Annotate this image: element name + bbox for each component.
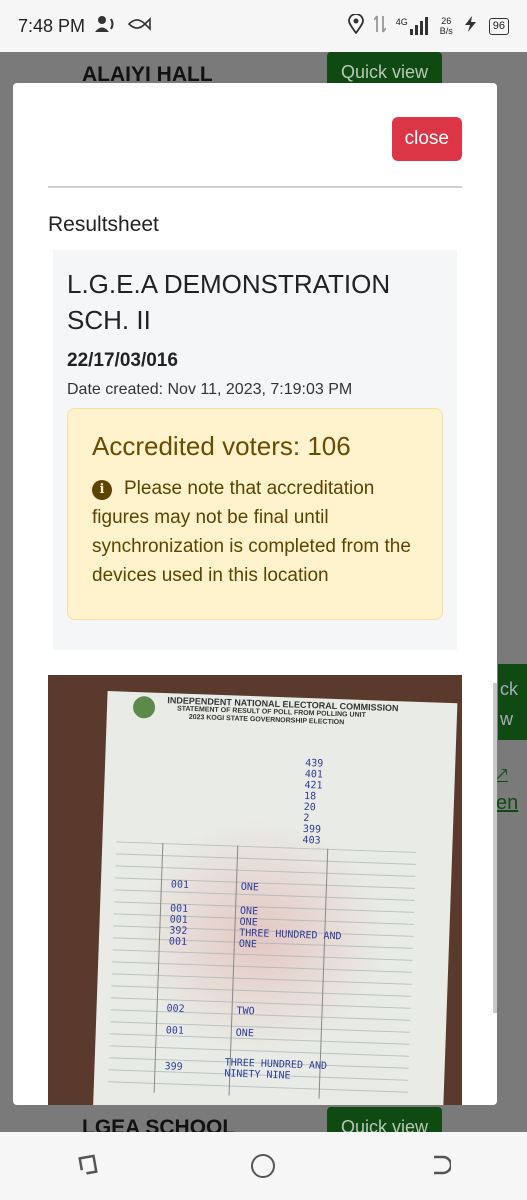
section-title: Resultsheet bbox=[48, 213, 159, 236]
home-icon[interactable] bbox=[251, 1154, 276, 1178]
alert-message: i Please note that accreditation figures … bbox=[92, 478, 411, 586]
result-modal: close Resultsheet L.G.E.A DEMONSTRATION … bbox=[13, 83, 497, 1105]
navigation-bar bbox=[0, 1132, 527, 1200]
location-icon bbox=[347, 12, 364, 39]
info-icon: i bbox=[92, 480, 112, 500]
polling-unit-card: L.G.E.A DEMONSTRATION SCH. II 22/17/03/0… bbox=[53, 250, 457, 650]
data-arrows-icon bbox=[372, 14, 387, 39]
clock: 7:48 PM bbox=[18, 15, 86, 36]
battery-indicator: 96 bbox=[488, 17, 509, 35]
polling-unit-name: L.G.E.A DEMONSTRATION SCH. II bbox=[67, 269, 391, 335]
date-created: Date created: Nov 11, 2023, 7:19:03 PM bbox=[67, 381, 353, 398]
fish-icon bbox=[127, 16, 151, 37]
accredited-voters: Accredited voters: 106 bbox=[92, 431, 351, 461]
signal-icon: 4G bbox=[396, 17, 430, 35]
network-speed: 26 B/s bbox=[439, 16, 453, 36]
link-partial[interactable]: 🡕 en bbox=[496, 762, 518, 815]
person-icon bbox=[95, 15, 117, 38]
quick-view-button-partial[interactable]: ck w bbox=[498, 664, 527, 740]
polling-unit-code: 22/17/03/016 bbox=[67, 350, 178, 371]
back-icon[interactable] bbox=[426, 1153, 452, 1179]
accreditation-alert: Accredited voters: 106 i Please note that… bbox=[67, 408, 443, 620]
close-button[interactable]: close bbox=[391, 117, 462, 161]
divider bbox=[48, 186, 462, 188]
scrollbar[interactable] bbox=[493, 683, 497, 1013]
result-sheet-paper: INDEPENDENT NATIONAL ELECTORAL COMMISSIO… bbox=[92, 691, 458, 1105]
result-sheet-image[interactable]: INDEPENDENT NATIONAL ELECTORAL COMMISSIO… bbox=[48, 675, 462, 1105]
recents-icon[interactable] bbox=[75, 1153, 101, 1179]
status-bar: 7:48 PM 4G 26 B/s 96 bbox=[0, 0, 527, 52]
coat-of-arms-icon bbox=[132, 695, 156, 719]
charging-icon bbox=[463, 15, 479, 37]
